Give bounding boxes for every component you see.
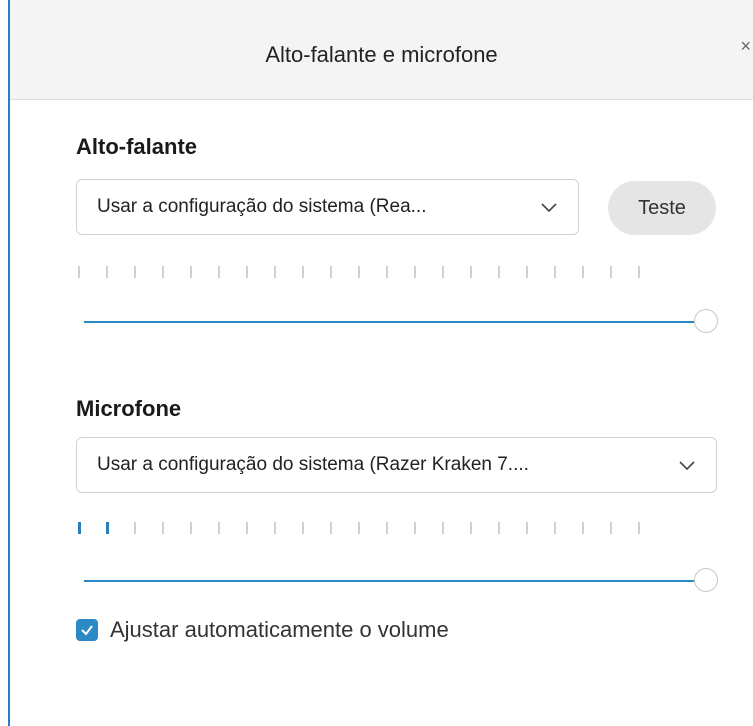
microphone-volume-slider[interactable] (84, 566, 718, 596)
speaker-device-select[interactable]: Usar a configuração do sistema (Rea... (76, 179, 579, 235)
microphone-volume-track (84, 580, 700, 582)
test-button[interactable]: Teste (608, 181, 716, 235)
speaker-volume-slider[interactable] (84, 307, 718, 337)
meter-tick (498, 266, 500, 278)
meter-tick (498, 522, 500, 534)
meter-tick (414, 522, 416, 534)
meter-tick (330, 266, 332, 278)
meter-tick (218, 266, 220, 278)
meter-tick (218, 522, 220, 534)
meter-tick (246, 266, 248, 278)
meter-tick (582, 266, 584, 278)
meter-tick (246, 522, 248, 534)
meter-tick (386, 522, 388, 534)
meter-tick (190, 266, 192, 278)
meter-tick (358, 522, 360, 534)
meter-tick (638, 522, 640, 534)
auto-adjust-label: Ajustar automaticamente o volume (110, 617, 449, 642)
meter-tick (78, 266, 80, 278)
meter-tick (554, 266, 556, 278)
auto-adjust-checkbox[interactable] (76, 619, 98, 641)
meter-tick (106, 522, 109, 534)
meter-tick (638, 266, 640, 278)
microphone-volume-thumb[interactable] (694, 568, 718, 592)
speaker-volume-thumb[interactable] (694, 309, 718, 333)
speaker-device-value: Usar a configuração do sistema (Rea... (97, 196, 427, 217)
chevron-down-icon (679, 461, 695, 471)
meter-tick (274, 522, 276, 534)
meter-tick (162, 266, 164, 278)
speaker-heading: Alto-falante (76, 134, 197, 159)
dialog-titlebar: Alto-falante e microfone × (10, 0, 753, 100)
speaker-microphone-dialog: Alto-falante e microfone × Alto-falante … (8, 0, 753, 726)
meter-tick (526, 522, 528, 534)
speaker-volume-track (84, 321, 700, 323)
meter-tick (582, 522, 584, 534)
close-icon[interactable]: × (740, 36, 751, 57)
microphone-device-value: Usar a configuração do sistema (Razer Kr… (97, 454, 529, 475)
meter-tick (190, 522, 192, 534)
microphone-heading: Microfone (76, 396, 182, 421)
meter-tick (358, 266, 360, 278)
meter-tick (106, 266, 108, 278)
meter-tick (442, 266, 444, 278)
meter-tick (610, 266, 612, 278)
meter-tick (302, 522, 304, 534)
microphone-device-select[interactable]: Usar a configuração do sistema (Razer Kr… (76, 437, 717, 493)
meter-tick (414, 266, 416, 278)
meter-tick (610, 522, 612, 534)
checkmark-icon (81, 625, 93, 636)
meter-tick (386, 266, 388, 278)
chevron-down-icon (541, 203, 557, 213)
speaker-level-meter (78, 266, 640, 280)
meter-tick (302, 266, 304, 278)
meter-tick (554, 522, 556, 534)
auto-adjust-volume-option[interactable]: Ajustar automaticamente o volume (76, 617, 449, 643)
meter-tick (526, 266, 528, 278)
meter-tick (134, 266, 136, 278)
meter-tick (78, 522, 81, 534)
meter-tick (330, 522, 332, 534)
meter-tick (134, 522, 136, 534)
meter-tick (442, 522, 444, 534)
meter-tick (470, 522, 472, 534)
dialog-title: Alto-falante e microfone (265, 42, 498, 67)
meter-tick (470, 266, 472, 278)
meter-tick (274, 266, 276, 278)
meter-tick (162, 522, 164, 534)
microphone-level-meter (78, 522, 640, 536)
